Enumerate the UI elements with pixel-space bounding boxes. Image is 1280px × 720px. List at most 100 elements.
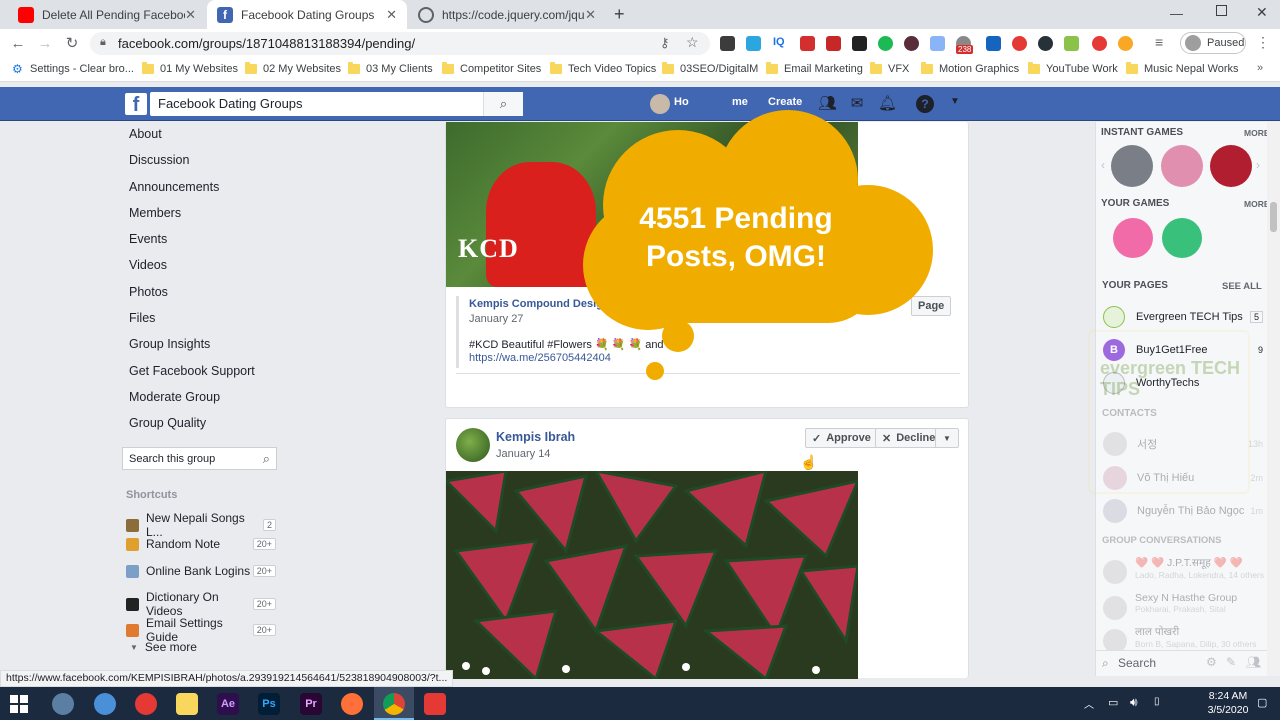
extension-black-icon[interactable] <box>852 36 867 51</box>
taskbar-app-icon[interactable] <box>94 693 116 715</box>
reload-icon[interactable]: ↻ <box>62 34 82 54</box>
firefox-icon[interactable] <box>341 693 363 715</box>
bookmark-folder[interactable]: YouTube Work <box>1028 62 1118 75</box>
shared-date[interactable]: January 27 <box>469 313 523 325</box>
forward-arrow-icon[interactable]: → <box>35 34 55 54</box>
page-scrollbar[interactable] <box>1267 122 1280 676</box>
network-icon[interactable]: ▭ <box>1108 696 1118 709</box>
shortcut-item[interactable]: Random Note 20+ <box>126 537 276 551</box>
extension-blue-m-icon[interactable] <box>746 36 761 51</box>
maximize-button[interactable] <box>1216 5 1227 16</box>
game-thumbnail[interactable] <box>1113 218 1153 258</box>
extension-green-icon[interactable] <box>878 36 893 51</box>
extension-opera-icon[interactable] <box>1092 36 1107 51</box>
game-thumbnail[interactable] <box>1111 145 1153 187</box>
facebook-logo-icon[interactable]: f <box>125 93 147 116</box>
premiere-icon[interactable]: Pr <box>300 693 322 715</box>
more-bookmarks-icon[interactable]: » <box>1257 62 1263 74</box>
compose-icon[interactable]: ✎ <box>1226 655 1236 669</box>
post-date[interactable]: January 14 <box>496 448 550 460</box>
post-image[interactable] <box>446 471 858 679</box>
nav-files[interactable]: Files <box>129 311 155 325</box>
search-icon[interactable]: ⌕ <box>263 451 270 467</box>
reading-list-icon[interactable]: ≡ <box>1155 34 1163 50</box>
game-thumbnail[interactable] <box>1162 218 1202 258</box>
extension-doc-icon[interactable] <box>930 36 945 51</box>
nav-get-facebook-support[interactable]: Get Facebook Support <box>129 364 255 378</box>
search-icon[interactable]: ⌕ <box>483 92 523 116</box>
close-icon[interactable]: ✕ <box>386 7 397 23</box>
nav-videos[interactable]: Videos <box>129 258 167 272</box>
shortcut-item[interactable]: New Nepali Songs L... 2 <box>126 511 276 539</box>
shortcut-item[interactable]: Online Bank Logins 20+ <box>126 564 276 578</box>
notifications-icon[interactable]: ▢ <box>1257 696 1267 709</box>
back-arrow-icon[interactable]: ← <box>8 34 28 54</box>
bookmark-folder[interactable]: Music Nepal Works <box>1126 62 1239 75</box>
address-bar[interactable]: 🔒︎ facebook.com/groups/1871048813188394/… <box>90 32 710 55</box>
group-conversation-item[interactable]: Sexy N Hasthe Group Pokharai, Prakash, Si… <box>1103 592 1263 620</box>
close-icon[interactable]: ✕ <box>185 7 196 23</box>
recorder-icon[interactable] <box>424 693 446 715</box>
tab-delete-pending-posts[interactable]: Delete All Pending Facebook Pos ✕ <box>8 0 206 29</box>
nav-group-insights[interactable]: Group Insights <box>129 337 210 351</box>
new-group-icon[interactable]: 👥︎ <box>1246 655 1261 669</box>
extension-shield-icon[interactable] <box>1038 36 1053 51</box>
bookmark-item[interactable]: ⚙ Settings - Clear bro... <box>12 63 134 75</box>
group-conversation-item[interactable]: ❤️ ❤️ J.P.T.समूह ❤️ ❤️ Lado, Radha, Loken… <box>1103 556 1264 584</box>
gear-icon[interactable]: ⚙ <box>1206 655 1217 669</box>
chevron-right-icon[interactable]: › <box>1256 158 1260 172</box>
game-thumbnail[interactable] <box>1210 145 1252 187</box>
post-author-link[interactable]: Kempis Ibrah <box>496 430 575 444</box>
bookmark-folder[interactable]: Motion Graphics <box>921 62 1019 75</box>
shortcut-item[interactable]: Dictionary On Videos 20+ <box>126 590 276 618</box>
nav-announcements[interactable]: Announcements <box>129 180 219 194</box>
avatar[interactable] <box>456 428 490 462</box>
star-icon[interactable]: ☆ <box>686 34 699 51</box>
group-conversation-item[interactable]: लाल पोखरी Born B, Sapana, Dilip, 30 other… <box>1103 625 1263 653</box>
menu-kebab-icon[interactable]: ⋮ <box>1256 34 1270 51</box>
extension-person-icon[interactable] <box>986 36 1001 51</box>
group-search-input[interactable]: Search this group ⌕ <box>122 447 277 470</box>
facebook-search-input[interactable]: Facebook Dating Groups ⌕ <box>150 92 523 116</box>
bookmark-folder[interactable]: Email Marketing <box>766 62 863 75</box>
opera-icon[interactable] <box>135 693 157 715</box>
chevron-left-icon[interactable]: ‹ <box>1101 158 1105 172</box>
close-icon[interactable]: ✕ <box>585 7 596 23</box>
bookmark-folder[interactable]: 03SEO/DigitalM <box>662 62 758 75</box>
extension-tb-icon[interactable] <box>826 36 841 51</box>
bookmark-folder[interactable]: 03 My Clients <box>348 62 433 75</box>
profile-button[interactable]: Paused <box>1180 32 1246 54</box>
more-link[interactable]: MORE <box>1244 128 1270 138</box>
account-menu-chevron-icon[interactable]: ▼ <box>950 96 960 107</box>
after-effects-icon[interactable]: Ae <box>217 693 239 715</box>
taskbar-clock[interactable]: 8:24 AM 3/5/2020 <box>1198 689 1258 717</box>
extension-m-icon[interactable] <box>720 36 735 51</box>
window-close-button[interactable]: ✕ <box>1256 4 1268 21</box>
minimize-button[interactable]: — <box>1170 6 1183 21</box>
scrollbar-thumb[interactable] <box>1270 202 1277 232</box>
post-options-dropdown[interactable]: ▼ <box>935 428 959 448</box>
nav-photos[interactable]: Photos <box>129 285 168 299</box>
nav-events[interactable]: Events <box>129 232 167 246</box>
game-thumbnail[interactable] <box>1161 145 1203 187</box>
bookmark-folder[interactable]: 02 My Websites <box>245 62 341 75</box>
see-all-link[interactable]: SEE ALL <box>1222 281 1262 292</box>
approve-button[interactable]: ✓ Approve <box>805 428 878 448</box>
nav-discussion[interactable]: Discussion <box>129 153 189 167</box>
key-icon[interactable]: ⚷ <box>660 35 670 51</box>
battery-icon[interactable]: ▯ <box>1154 696 1160 707</box>
more-link[interactable]: MORE <box>1244 199 1270 209</box>
contact-item[interactable]: Nguyễn Thị Bảo Ngọc 1m <box>1103 499 1263 523</box>
decline-button[interactable]: ✕ Decline <box>875 428 943 448</box>
extension-heart-icon[interactable] <box>1012 36 1027 51</box>
volume-icon[interactable]: 🔊︎ <box>1130 695 1138 710</box>
extension-iq-icon[interactable]: IQ <box>773 36 785 48</box>
new-tab-button[interactable]: + <box>614 4 625 25</box>
see-more-link[interactable]: ▼ See more <box>130 640 197 654</box>
taskbar-app-icon[interactable] <box>52 693 74 715</box>
bookmark-folder[interactable]: VFX <box>870 62 909 75</box>
extension-js-icon[interactable] <box>1064 36 1079 51</box>
chrome-taskbar-button[interactable] <box>374 687 414 720</box>
windows-start-icon[interactable] <box>10 695 28 713</box>
tab-jquery[interactable]: https://code.jquery.com/jquery-1 ✕ <box>408 0 606 29</box>
